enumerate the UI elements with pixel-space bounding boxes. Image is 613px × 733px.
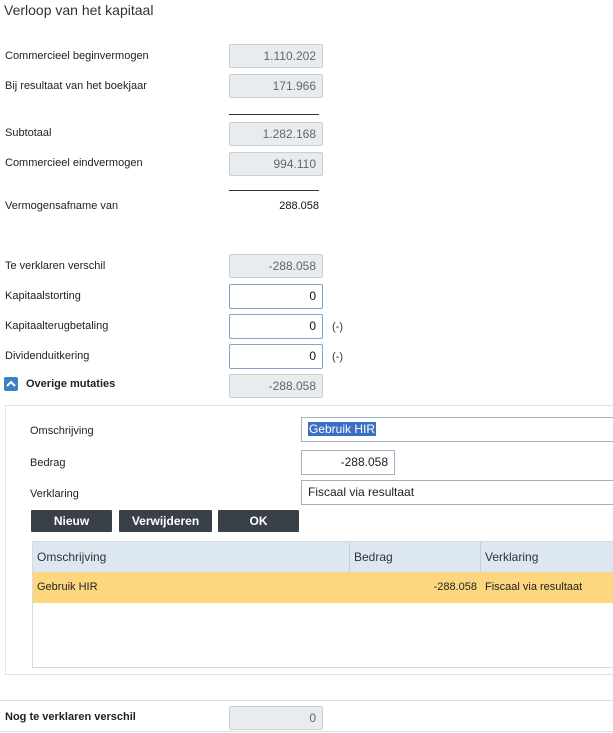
table-row[interactable]: Gebruik HIR -288.058 Fiscaal via resulta… <box>33 572 613 603</box>
beginvermogen-value: 1.110.202 <box>229 44 323 68</box>
overige-label: Overige mutaties <box>26 378 116 390</box>
eindvermogen-value: 994.110 <box>229 152 323 176</box>
bottom-separator <box>0 731 613 732</box>
afname-label: Vermogensafname van <box>5 200 119 212</box>
nieuw-button[interactable]: Nieuw <box>31 510 112 532</box>
cell-omschrijving: Gebruik HIR <box>37 581 98 593</box>
subtotal-rule <box>229 114 319 115</box>
ok-button[interactable]: OK <box>218 510 299 532</box>
afname-value: 288.058 <box>279 200 319 212</box>
resultaat-value: 171.966 <box>229 74 323 98</box>
kapitaalstorting-label: Kapitaalstorting <box>5 290 81 302</box>
nog-verschil-label: Nog te verklaren verschil <box>5 711 136 723</box>
footer-separator <box>0 700 613 701</box>
terugbetaling-input[interactable]: 0 <box>229 314 323 339</box>
omschrijving-input[interactable]: Gebruik HIR <box>301 417 613 442</box>
verklaring-select[interactable]: Fiscaal via resultaat <box>301 480 613 505</box>
page-title: Verloop van het kapitaal <box>4 2 154 18</box>
dividend-suffix: (-) <box>332 351 343 363</box>
terugbetaling-label: Kapitaalterugbetaling <box>5 320 109 332</box>
beginvermogen-label: Commercieel beginvermogen <box>5 50 149 62</box>
bedrag-label: Bedrag <box>30 457 66 469</box>
dividend-input[interactable]: 0 <box>229 344 323 369</box>
nog-verschil-value: 0 <box>229 706 323 730</box>
verwijderen-button[interactable]: Verwijderen <box>119 510 212 532</box>
verklaring-label: Verklaring <box>30 488 79 500</box>
mutaties-grid: Omschrijving Bedrag Verklaring Gebruik H… <box>32 541 613 668</box>
eindvermogen-label: Commercieel eindvermogen <box>5 157 143 169</box>
grid-header-omschrijving[interactable]: Omschrijving <box>33 542 350 572</box>
grid-header: Omschrijving Bedrag Verklaring <box>33 542 613 572</box>
bedrag-input[interactable]: -288.058 <box>301 450 395 475</box>
overige-value: -288.058 <box>229 374 323 398</box>
grid-header-verklaring[interactable]: Verklaring <box>481 542 613 572</box>
chevron-up-icon <box>6 380 16 387</box>
verschil-value: -288.058 <box>229 254 323 278</box>
cell-verklaring: Fiscaal via resultaat <box>485 581 583 593</box>
grid-header-bedrag[interactable]: Bedrag <box>350 542 481 572</box>
resultaat-label: Bij resultaat van het boekjaar <box>5 80 147 92</box>
verschil-label: Te verklaren verschil <box>5 260 106 272</box>
terugbetaling-suffix: (-) <box>332 321 343 333</box>
dividend-label: Dividenduitkering <box>5 350 90 362</box>
subtotaal-label: Subtotaal <box>5 127 52 139</box>
subtotaal-value: 1.282.168 <box>229 122 323 146</box>
cell-bedrag: -288.058 <box>433 581 477 593</box>
afname-rule <box>229 190 319 191</box>
omschrijving-selected-text: Gebruik HIR <box>308 422 377 436</box>
omschrijving-label: Omschrijving <box>30 425 94 437</box>
kapitaalstorting-input[interactable]: 0 <box>229 284 323 309</box>
collapse-toggle-button[interactable] <box>4 377 18 391</box>
